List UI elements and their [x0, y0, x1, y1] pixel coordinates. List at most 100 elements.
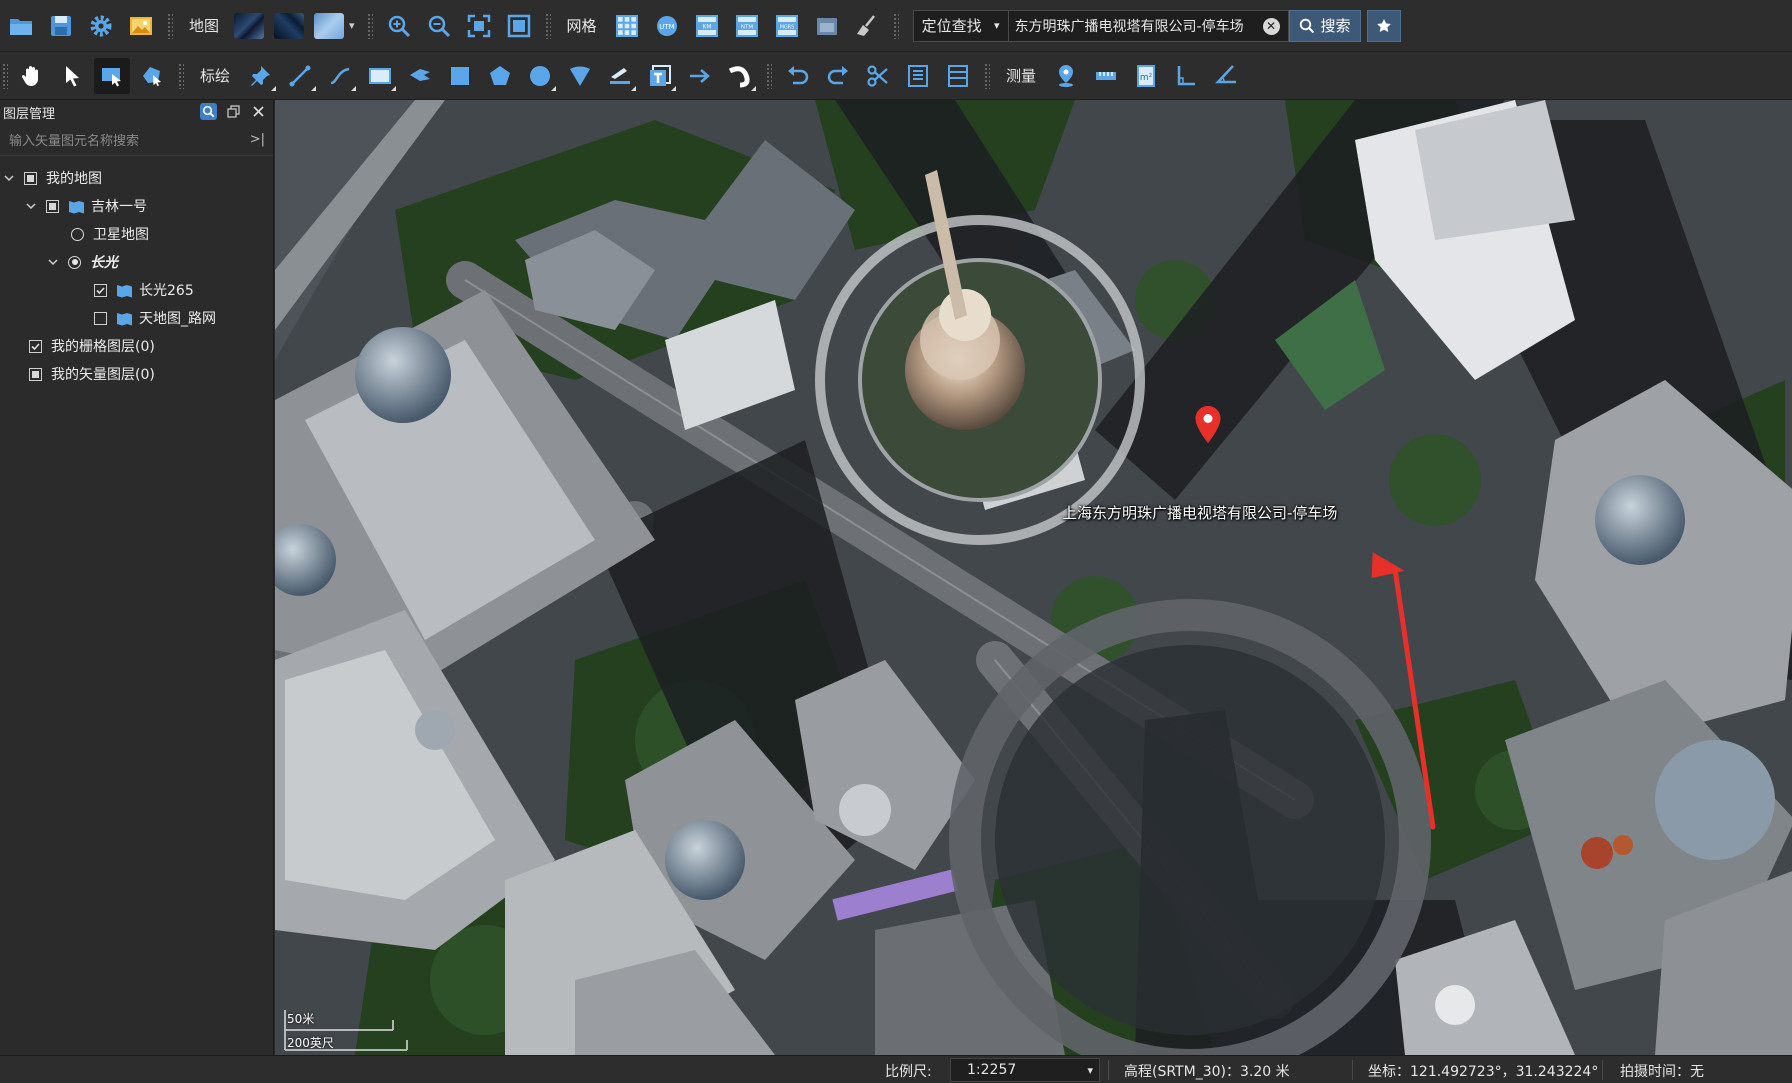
- tree-node-label: 卫星地图: [93, 227, 149, 243]
- annotate-group-label: 标绘: [200, 67, 231, 85]
- scale-label: 比例尺:: [885, 1064, 932, 1080]
- ntm-grid-button[interactable]: NTM: [729, 8, 765, 44]
- save-icon: [51, 15, 71, 36]
- tree-node-my-map[interactable]: 我的地图: [0, 164, 273, 192]
- broom-icon: [856, 14, 875, 36]
- measure-area-button[interactable]: m²: [1128, 58, 1164, 94]
- vector-search-input[interactable]: 输入矢量图元名称搜索 >|: [0, 124, 273, 156]
- favorite-button[interactable]: [1366, 9, 1401, 42]
- area-icon: m²: [1137, 64, 1156, 87]
- rectangle-tool-button[interactable]: [442, 58, 478, 94]
- zoom-in-button[interactable]: [381, 8, 417, 44]
- km-grid-button[interactable]: KM: [689, 8, 725, 44]
- curved-arrow-tool-button[interactable]: [722, 58, 758, 94]
- tree-node-tianditu[interactable]: 天地图_路网: [0, 304, 273, 332]
- grid-button[interactable]: [609, 8, 645, 44]
- toolbar-separator: [984, 62, 991, 89]
- pan-tool-button[interactable]: [14, 58, 50, 94]
- tree-node-changguang[interactable]: 长光: [0, 248, 273, 276]
- measure-angle-button[interactable]: [1208, 58, 1244, 94]
- edit-shape-button[interactable]: [134, 58, 170, 94]
- measure-height-button[interactable]: [1168, 58, 1204, 94]
- search-icon[interactable]: [200, 103, 217, 120]
- basemap-thumb-3[interactable]: [314, 12, 345, 39]
- pin-tool-button[interactable]: [242, 58, 278, 94]
- vector-search-placeholder: 输入矢量图元名称搜索: [9, 134, 140, 149]
- utm-grid-button[interactable]: UTM: [649, 8, 685, 44]
- text-label-tool-button[interactable]: [362, 58, 398, 94]
- curve-tool-button[interactable]: [322, 58, 358, 94]
- svg-text:UTM: UTM: [659, 23, 674, 31]
- select-tool-button[interactable]: [54, 58, 90, 94]
- image-button[interactable]: [123, 8, 159, 44]
- vector-checkbox[interactable]: [29, 367, 42, 381]
- scale-bar: 50米 200英尺: [283, 1008, 413, 1052]
- hand-icon: [21, 65, 38, 86]
- open-folder-button[interactable]: [3, 8, 39, 44]
- box-select-button[interactable]: [94, 57, 130, 94]
- basemap-thumb-1[interactable]: [234, 12, 265, 39]
- my-map-checkbox[interactable]: [24, 171, 37, 185]
- basemap-thumb-2[interactable]: [274, 12, 305, 39]
- raster-checkbox[interactable]: [29, 339, 42, 353]
- scale-select[interactable]: 1:2257 ▾: [950, 1058, 1100, 1082]
- zoom-out-button[interactable]: [421, 8, 457, 44]
- search-mode-select[interactable]: 定位查找 ▾: [912, 9, 1009, 42]
- save-button[interactable]: [43, 8, 79, 44]
- text-tool-button[interactable]: [642, 58, 678, 94]
- search-input[interactable]: 东方明珠广播电视塔有限公司-停车场 ✕: [1008, 9, 1289, 42]
- clear-search-icon[interactable]: ✕: [1262, 17, 1280, 35]
- redo-button[interactable]: [820, 58, 856, 94]
- map-view[interactable]: 上海东方明珠广播电视塔有限公司-停车场 50米 200英尺: [275, 100, 1792, 1055]
- list-edit-button[interactable]: [900, 58, 936, 94]
- full-extent-button[interactable]: [501, 8, 537, 44]
- tree-node-raster[interactable]: 我的栅格图层(0): [0, 332, 273, 360]
- tree-node-cg265[interactable]: 长光265: [0, 276, 273, 304]
- folder-layer-button[interactable]: [809, 8, 845, 44]
- zoom-extent-button[interactable]: [461, 8, 497, 44]
- tree-node-jilin[interactable]: 吉林一号: [0, 192, 273, 220]
- cut-button[interactable]: [860, 58, 896, 94]
- chevron-down-icon[interactable]: [2, 171, 16, 185]
- clear-button[interactable]: [849, 8, 885, 44]
- chevron-down-icon[interactable]: [24, 199, 38, 213]
- cg265-checkbox[interactable]: [94, 283, 107, 297]
- scale-value: 1:2257: [967, 1062, 1017, 1078]
- mgrs-grid-button[interactable]: MGRS: [769, 8, 805, 44]
- table-edit-button[interactable]: [940, 58, 976, 94]
- chevron-down-icon[interactable]: ▾: [349, 19, 355, 32]
- location-marker-icon[interactable]: [1194, 405, 1222, 445]
- satellite-radio[interactable]: [71, 227, 84, 241]
- status-separator: [1108, 1060, 1109, 1080]
- settings-button[interactable]: [83, 8, 119, 44]
- polygon-tool-button[interactable]: [482, 58, 518, 94]
- layer-tree: 我的地图 吉林一号 卫星地图 长光 长光265 天地图_路网 我的栅格图层(0)…: [0, 156, 273, 388]
- tianditu-checkbox[interactable]: [94, 311, 107, 325]
- style-tool-button[interactable]: [602, 58, 638, 94]
- arrow-right-icon: [690, 68, 710, 83]
- tree-node-satellite[interactable]: 卫星地图: [0, 220, 273, 248]
- close-icon[interactable]: [250, 103, 267, 120]
- sector-tool-button[interactable]: [562, 58, 598, 94]
- flag-tool-button[interactable]: [402, 58, 438, 94]
- float-window-icon[interactable]: [225, 103, 242, 120]
- changguang-radio[interactable]: [68, 255, 81, 269]
- chevron-down-icon[interactable]: [46, 255, 60, 269]
- label-box-icon: [369, 67, 392, 84]
- circle-tool-button[interactable]: [522, 58, 558, 94]
- tree-node-vector[interactable]: 我的矢量图层(0): [0, 360, 273, 388]
- status-separator: [1352, 1060, 1353, 1080]
- search-button[interactable]: 搜索: [1288, 9, 1361, 42]
- locate-point-button[interactable]: [1048, 58, 1084, 94]
- line-tool-button[interactable]: [282, 58, 318, 94]
- tree-node-label: 我的矢量图层(0): [51, 367, 155, 383]
- layer-panel: 图层管理 输入矢量图元名称搜索 >| 我的地图 吉林一号 卫星地图 长光 长光2…: [0, 100, 274, 1055]
- jilin-checkbox[interactable]: [46, 199, 59, 213]
- collapse-icon[interactable]: >|: [250, 132, 265, 147]
- arrow-tool-button[interactable]: [682, 58, 718, 94]
- search-button-label: 搜索: [1320, 17, 1351, 35]
- tree-node-label: 长光265: [139, 283, 194, 299]
- measure-distance-button[interactable]: [1088, 58, 1124, 94]
- draw-toolbar: 标绘 测量 m²: [0, 52, 1792, 100]
- undo-button[interactable]: [780, 58, 816, 94]
